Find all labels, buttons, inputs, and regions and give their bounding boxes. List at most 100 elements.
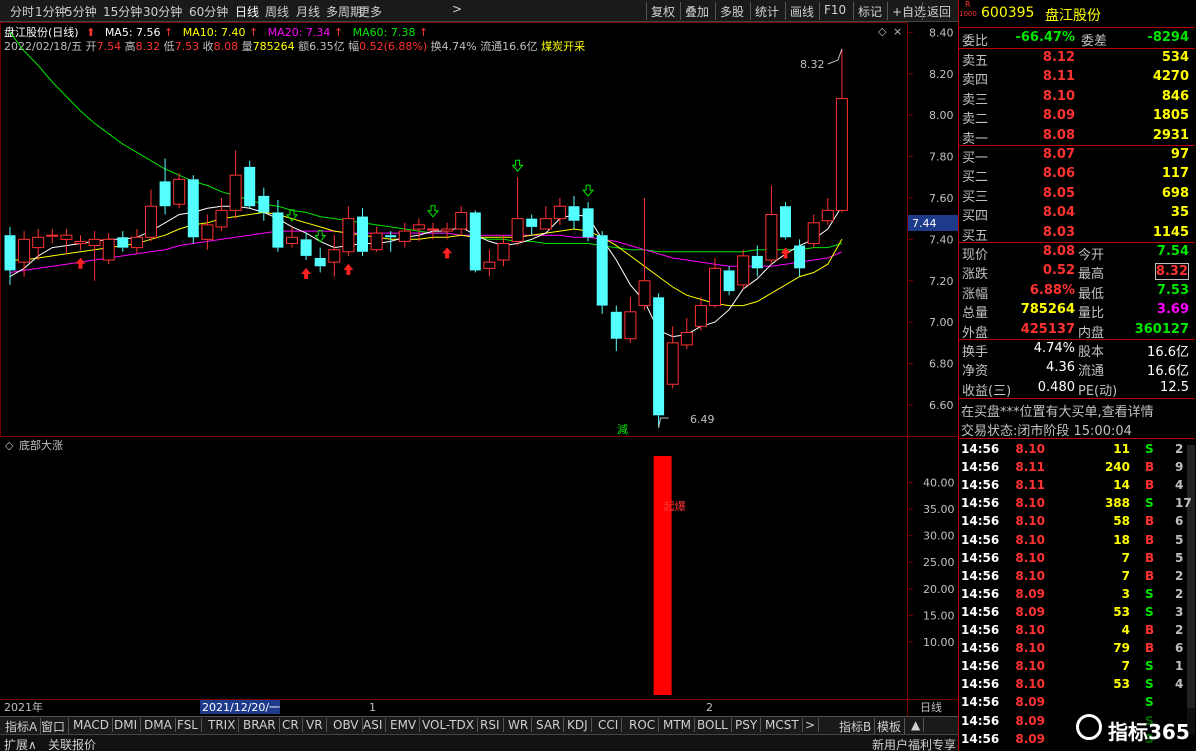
candle-body — [483, 261, 496, 269]
big-order-notice[interactable]: 在买盘***位置有大买单,查看详情 — [961, 401, 1154, 420]
ask-row-label: 卖一 — [962, 131, 989, 147]
indicator-tab-12[interactable]: EMV — [387, 718, 421, 732]
candle-body — [765, 214, 778, 261]
candle-body — [596, 235, 608, 306]
ask-row-volume: 4270 — [1152, 69, 1189, 85]
candle — [624, 297, 637, 343]
candle-body — [286, 236, 298, 244]
bid-row-price: 8.05 — [1042, 185, 1075, 201]
period-indicator[interactable]: 日线 — [920, 700, 942, 714]
tick-volume: 4 — [1121, 623, 1130, 637]
tick-price: 8.10 — [1015, 623, 1045, 637]
candle-body — [568, 206, 580, 221]
ask-row-price: 8.09 — [1042, 108, 1075, 124]
tick-time: 14:56 — [961, 641, 1000, 656]
indicator-tab-10[interactable]: OBV — [330, 718, 363, 732]
indicator-tab-22[interactable]: PSY — [732, 718, 762, 732]
ask-row-price: 8.12 — [1042, 50, 1075, 65]
indicator-tab-16[interactable]: SAR — [533, 718, 565, 732]
buy-arrow-icon — [75, 257, 86, 269]
stat-label: 最低 — [1078, 286, 1105, 302]
close-icon[interactable]: × — [893, 25, 902, 38]
indicator-tab-19[interactable]: ROC — [626, 718, 660, 732]
indicator-tab-25[interactable]: 指标B — [836, 718, 876, 735]
candle — [582, 202, 594, 242]
indicator-tab-9[interactable]: VR — [303, 718, 327, 732]
candle-body — [751, 255, 763, 269]
tick-time: 14:56 — [961, 604, 1000, 619]
tick-direction: S — [1145, 442, 1154, 456]
candle-body — [187, 179, 199, 238]
bid-row-price: 8.03 — [1042, 224, 1075, 240]
ma60-line — [9, 31, 843, 253]
candle-body — [821, 209, 834, 222]
indicator-tab-11[interactable]: ASI — [360, 718, 387, 732]
collapse-icon[interactable]: ◇ — [5, 439, 14, 452]
indicator-tab-8[interactable]: CR — [279, 718, 303, 732]
kline-chart[interactable]: 8.40 8.20 8.00 7.80 7.60 7.40 7.20 7.00 6.80 6.60… — [0, 0, 958, 716]
tick-time: 14:56 — [961, 532, 1000, 547]
indicator-tab-13[interactable]: VOL-TDX — [419, 718, 478, 732]
candle — [314, 247, 326, 273]
indicator-tab-17[interactable]: KDJ — [564, 718, 592, 732]
candle-body — [469, 212, 481, 271]
indicator-tab-7[interactable]: BRAR — [240, 718, 280, 732]
candle-body — [300, 239, 312, 256]
indicator-tab-24[interactable]: > — [802, 718, 820, 732]
indicator-tab-1[interactable]: 窗口 — [38, 718, 70, 735]
promo-link[interactable]: 新用户福利专享 — [872, 736, 956, 751]
bid-row-volume: 97 — [1170, 147, 1189, 162]
stat-value: 7.53 — [1156, 282, 1189, 298]
ask-row-label: 卖四 — [962, 73, 989, 89]
ask-row-price: 8.11 — [1042, 69, 1075, 85]
indicator-tab-18[interactable]: CCI — [595, 718, 623, 732]
indicator-tab-4[interactable]: DMA — [141, 718, 176, 732]
stat-label: 今开 — [1078, 248, 1105, 263]
indicator-tab-15[interactable]: WR — [505, 718, 533, 732]
indicator-tab-21[interactable]: BOLL — [694, 718, 732, 732]
related-quotes-button[interactable]: 关联报价 — [48, 736, 96, 751]
indicator-tab-23[interactable]: MCST — [762, 718, 803, 732]
candle — [229, 150, 242, 219]
indicator-tab-14[interactable]: RSI — [477, 718, 504, 732]
stat-label: 涨跌 — [962, 267, 989, 283]
indicator-tab-20[interactable]: MTM — [660, 718, 696, 732]
indicator-tab-5[interactable]: FSL — [174, 718, 202, 732]
indicator-tab-2[interactable]: MACD — [70, 718, 113, 732]
tick-direction: S — [1145, 604, 1154, 619]
indicator-tab-0[interactable]: 指标A — [2, 718, 42, 735]
candle — [553, 197, 566, 225]
candle — [258, 187, 270, 221]
trading-state: 交易状态:闭市阶段 15:00:04 — [961, 424, 1132, 439]
indicator-tab-26[interactable]: 模板 — [874, 718, 906, 735]
indicator-tab-3[interactable]: DMI — [111, 718, 142, 732]
notice-row[interactable]: 在买盘***位置有大买单,查看详情 — [959, 400, 1195, 420]
candle-body — [18, 238, 31, 263]
tick-price: 8.10 — [1015, 442, 1045, 456]
sell-arrow-icon — [314, 230, 327, 243]
candle-body — [694, 305, 707, 327]
candle — [821, 197, 834, 225]
tick-volume: 7 — [1121, 568, 1130, 583]
fundamental-label: PE(动) — [1078, 383, 1118, 399]
candle-body — [4, 235, 16, 271]
candle-body — [780, 206, 791, 238]
webi-row: 委比 -66.47% 委差 -8294 — [959, 29, 1195, 49]
tick-time: 14:56 — [961, 496, 1000, 511]
ask-row-volume: 1805 — [1152, 108, 1189, 124]
indicator-tab-27[interactable]: ▲ — [908, 718, 925, 732]
fundamental-label: 流通 — [1078, 364, 1105, 380]
diamond-icon[interactable]: ◇ — [878, 25, 887, 38]
tick-time: 14:56 — [961, 695, 1000, 710]
candle-body — [398, 230, 411, 242]
stock-name: 盘江股份 — [1045, 8, 1101, 24]
candle-body — [328, 249, 341, 263]
candle-body — [794, 245, 806, 269]
tick-count: 2 — [1175, 568, 1184, 583]
time-cursor-date: 2021/12/20/一 — [202, 701, 280, 714]
indicator-tab-6[interactable]: TRIX — [205, 718, 240, 732]
tick-direction: B — [1145, 478, 1155, 493]
bid-row: 买三 8.05 698 — [959, 185, 1195, 205]
expand-button[interactable]: 扩展∧ — [4, 736, 37, 751]
stat-row: 现价 8.08 今开 7.54 — [959, 243, 1195, 263]
